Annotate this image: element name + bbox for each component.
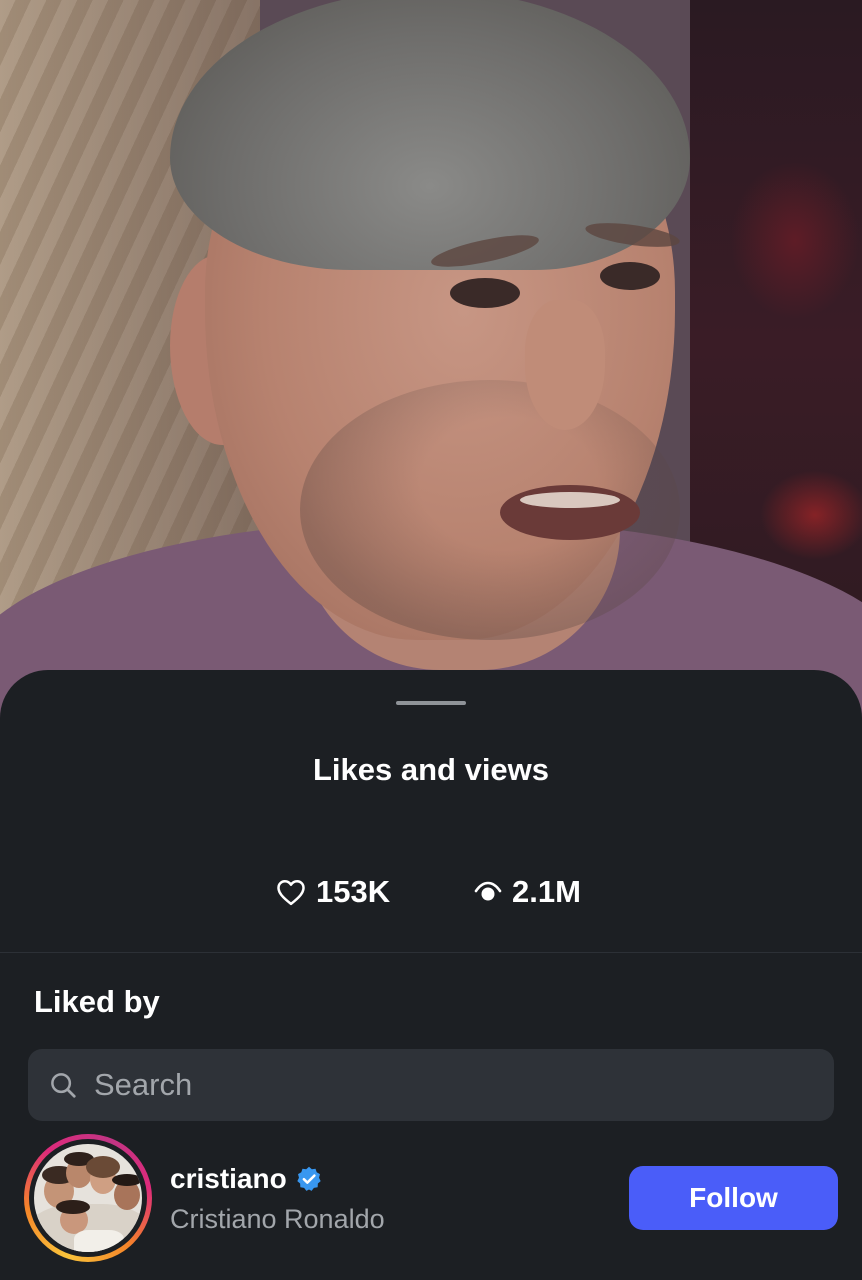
search-bar[interactable] (28, 1049, 834, 1121)
sheet-drag-handle[interactable] (396, 701, 466, 705)
eye-icon (474, 881, 502, 903)
stats-row: 153K 2.1M (0, 870, 862, 914)
video-frame[interactable] (0, 0, 862, 760)
story-ring[interactable] (24, 1134, 152, 1262)
likes-value: 153K (316, 874, 391, 909)
heart-icon (276, 878, 306, 906)
views-count: 2.1M (474, 870, 581, 914)
section-divider (0, 952, 862, 953)
full-name: Cristiano Ronaldo (170, 1204, 385, 1234)
likes-count: 153K (276, 870, 390, 914)
verified-badge-icon (287, 1165, 323, 1193)
username[interactable]: cristiano (170, 1162, 287, 1196)
sheet-title: Likes and views (312, 752, 550, 787)
likes-and-views-screen: Likes and views 153K 2.1M Liked by Searc… (0, 0, 862, 1280)
views-value: 2.1M (512, 874, 581, 909)
follow-button[interactable]: Follow (629, 1166, 838, 1230)
search-icon (28, 1070, 78, 1100)
avatar (34, 1144, 142, 1252)
search-input[interactable] (94, 1055, 774, 1115)
liked-by-heading: Liked by (34, 984, 160, 1019)
list-item[interactable]: cristiano Cristiano Ronaldo Follow (0, 1132, 862, 1272)
likes-and-views-sheet: Likes and views 153K 2.1M Liked by Searc… (0, 670, 862, 1280)
